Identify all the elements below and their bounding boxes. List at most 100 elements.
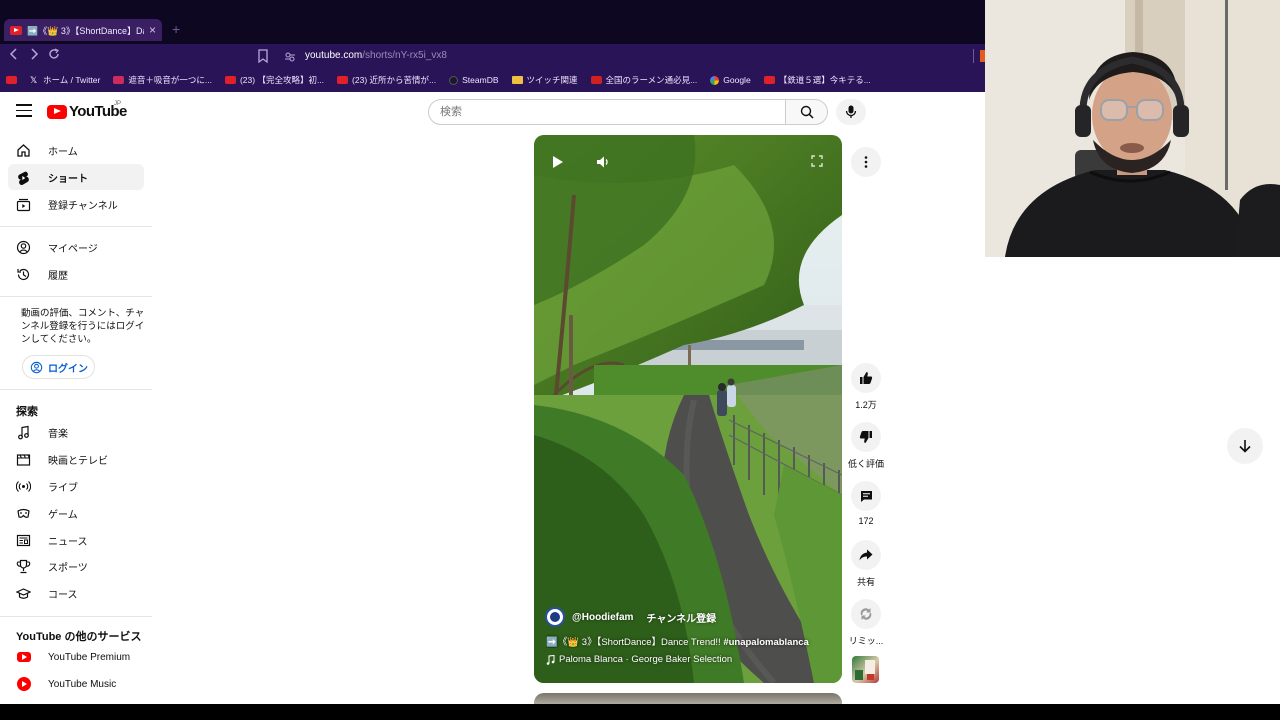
comment-icon <box>860 490 872 502</box>
browser-tab-active[interactable]: ➡️《👑 3》【ShortDance】Dance Tr × <box>4 19 162 41</box>
youtube-icon <box>224 76 236 84</box>
bookmark-item[interactable]: ツイッチ関連 <box>511 74 578 86</box>
channel-handle[interactable]: @Hoodiefam <box>572 612 633 623</box>
url-field[interactable]: youtube.com/shorts/nY-rx5i_vx8 <box>305 50 447 61</box>
sidebar-divider <box>0 616 152 617</box>
search-box <box>428 99 828 125</box>
menu-icon[interactable] <box>16 104 32 118</box>
reload-icon[interactable] <box>46 48 62 64</box>
like-button[interactable] <box>851 363 881 393</box>
remix-icon <box>860 608 872 620</box>
x-icon: 𝕏 <box>30 75 38 85</box>
remix-label: リミッ... <box>848 636 884 646</box>
bookmark-item[interactable]: (23) 【完全攻略】初... <box>224 74 324 86</box>
site-info-icon[interactable] <box>284 50 296 62</box>
bookmark-label: ホーム / Twitter <box>43 75 101 85</box>
sidebar-item-label: ゲーム <box>48 509 78 521</box>
sidebar-item-home[interactable]: ホーム <box>8 137 144 163</box>
short-video-player[interactable] <box>534 135 842 683</box>
browser-toolbar: youtube.com/shorts/nY-rx5i_vx8 <box>0 44 985 68</box>
bookmark-item[interactable]: 遮音＋吸音が一つに... <box>113 74 212 86</box>
arrow-down-icon <box>1239 440 1251 453</box>
explore-heading: 探索 <box>16 406 38 418</box>
search-input[interactable] <box>428 99 786 125</box>
sidebar-item-label: ホーム <box>48 146 78 158</box>
music-icon <box>16 425 31 440</box>
bookmark-item[interactable]: 𝕏 ホーム / Twitter <box>30 74 100 86</box>
country-code: JP <box>114 101 122 107</box>
short-music[interactable]: Paloma Blanca · George Baker Selection <box>546 654 732 665</box>
sidebar-item-gaming[interactable]: ゲーム <box>8 500 144 526</box>
sidebar-item-youtube-music[interactable]: YouTube Music <box>8 671 144 697</box>
subscriptions-icon <box>16 197 31 212</box>
account-circle-icon <box>30 361 43 373</box>
youtube-masthead: YouTube JP <box>0 92 985 132</box>
bookmark-label: SteamDB <box>462 75 499 85</box>
gaming-icon <box>16 506 31 521</box>
sidebar-item-courses[interactable]: コース <box>8 580 144 606</box>
microphone-icon <box>845 105 857 118</box>
screen: ➡️《👑 3》【ShortDance】Dance Tr × + youtube.… <box>0 0 1280 720</box>
bookmark-label: 全国のラーメン通必見... <box>605 75 698 85</box>
sidebar-divider <box>0 296 152 297</box>
sound-thumbnail[interactable] <box>852 656 879 683</box>
bookmark-icon[interactable] <box>256 48 272 64</box>
dislike-button[interactable] <box>851 422 881 452</box>
youtube-music-icon <box>16 677 31 692</box>
share-icon <box>859 549 873 561</box>
next-short-button[interactable] <box>1227 428 1263 464</box>
tab-close-icon[interactable]: × <box>149 24 156 36</box>
bookmark-item[interactable]: (23) 近所から苦情が... <box>337 74 436 86</box>
forward-icon[interactable] <box>26 48 42 64</box>
share-button[interactable] <box>851 540 881 570</box>
more-options-button[interactable] <box>851 147 881 177</box>
sidebar-item-sports[interactable]: スポーツ <box>8 553 144 579</box>
trophy-icon <box>16 559 31 574</box>
play-button[interactable] <box>552 155 564 169</box>
bookmark-label: Google <box>723 75 751 85</box>
shorts-icon <box>16 170 31 185</box>
bookmark-item[interactable]: Google <box>710 75 751 85</box>
sidebar-item-label: ニュース <box>48 536 88 548</box>
comments-button[interactable] <box>851 481 881 511</box>
remix-button[interactable] <box>851 599 881 629</box>
comments-action: 172 <box>847 481 885 526</box>
new-tab-button[interactable]: + <box>172 21 180 37</box>
sidebar-item-movies[interactable]: 映画とテレビ <box>8 446 144 472</box>
sidebar-item-label: 映画とテレビ <box>48 455 108 467</box>
back-icon[interactable] <box>6 48 22 64</box>
subscribe-button[interactable]: チャンネル登録 <box>646 610 716 625</box>
fullscreen-button[interactable] <box>811 155 823 167</box>
bookmark-item[interactable]: SteamDB <box>449 75 499 85</box>
sidebar-item-you[interactable]: マイページ <box>8 234 144 260</box>
url-host: youtube.com <box>305 50 363 61</box>
mute-button[interactable] <box>596 155 610 169</box>
bookmark-item[interactable]: 全国のラーメン通必見... <box>590 74 698 86</box>
youtube-favicon-icon <box>10 25 22 35</box>
bookmark-item[interactable]: 【鉄道５選】今キテる... <box>763 74 871 86</box>
bookmark-label: 遮音＋吸音が一つに... <box>128 75 212 85</box>
sidebar-item-subscriptions[interactable]: 登録チャンネル <box>8 191 144 217</box>
sidebar-item-news[interactable]: ニュース <box>8 527 144 553</box>
sidebar-item-music[interactable]: 音楽 <box>8 419 144 445</box>
channel-avatar[interactable] <box>545 607 565 627</box>
home-icon <box>16 143 31 158</box>
youtube-premium-icon <box>16 650 31 665</box>
google-icon <box>710 75 720 85</box>
sidebar-divider <box>0 226 152 227</box>
voice-search-button[interactable] <box>836 99 866 125</box>
sidebar-item-history[interactable]: 履歴 <box>8 261 144 287</box>
login-button[interactable]: ログイン <box>22 355 95 379</box>
login-label: ログイン <box>48 363 88 375</box>
bookmark-item[interactable] <box>6 76 17 84</box>
search-button[interactable] <box>785 99 828 125</box>
sidebar-item-youtube-premium[interactable]: YouTube Premium <box>8 644 144 670</box>
sidebar-item-live[interactable]: ライブ <box>8 473 144 499</box>
short-hashtag[interactable]: #unapalomablanca <box>723 637 809 648</box>
folder-icon <box>511 76 523 84</box>
guide-sidebar: ホーム ショート 登録チャンネル マイページ 履歴 動画の評価、コメント、チャン… <box>0 132 152 704</box>
fullscreen-icon <box>811 155 823 167</box>
sidebar-item-shorts[interactable]: ショート <box>8 164 144 190</box>
search-icon <box>800 105 814 119</box>
short-title[interactable]: ➡️《👑 3》【ShortDance】Dance Trend!! #unapal… <box>546 634 836 648</box>
